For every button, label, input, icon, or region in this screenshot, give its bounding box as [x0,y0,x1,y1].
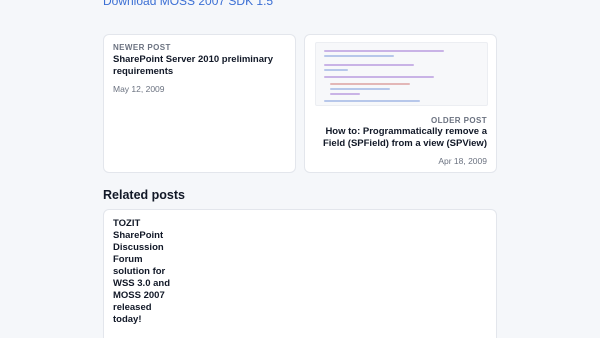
newer-post-date: May 12, 2009 [113,84,165,94]
older-post-date: Apr 18, 2009 [438,156,487,166]
download-sdk-link[interactable]: Download MOSS 2007 SDK 1.5 [103,0,273,8]
newer-post-label: NEWER POST [113,43,171,52]
older-post-card[interactable]: OLDER POST How to: Programmatically remo… [304,34,497,173]
code-screenshot-thumbnail-icon[interactable] [315,42,488,106]
related-post-card[interactable]: TOZIT SharePoint Discussion Forum soluti… [103,209,497,338]
related-post-title[interactable]: TOZIT SharePoint Discussion Forum soluti… [113,218,171,326]
older-post-title[interactable]: How to: Programmatically remove a Field … [307,126,487,150]
older-post-label: OLDER POST [430,116,487,125]
newer-post-title[interactable]: SharePoint Server 2010 preliminary requi… [113,54,288,78]
related-posts-heading: Related posts [103,188,185,202]
newer-post-card[interactable]: NEWER POST SharePoint Server 2010 prelim… [103,34,296,173]
